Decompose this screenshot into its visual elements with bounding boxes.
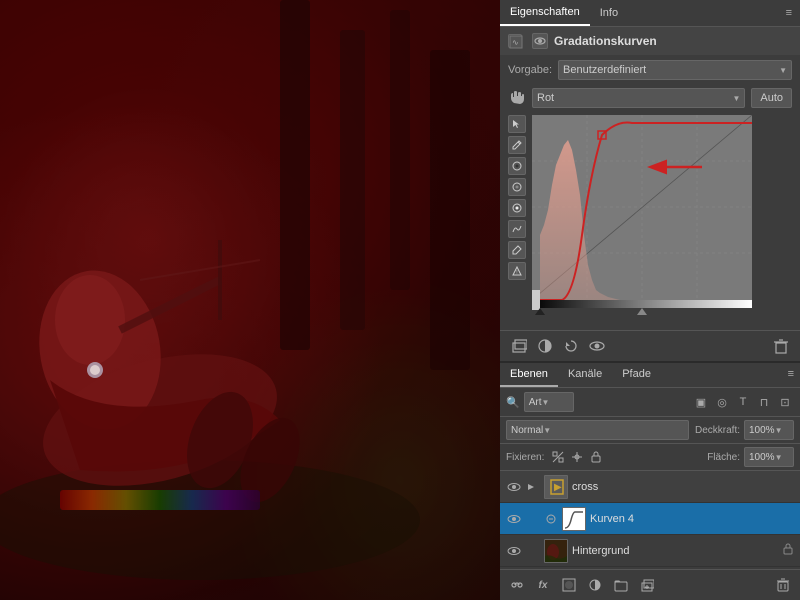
text-filter-icon[interactable]: T — [734, 393, 752, 411]
svg-text:!: ! — [516, 270, 517, 276]
warning-icon: ! — [508, 262, 526, 280]
add-style-button[interactable]: fx — [532, 574, 554, 596]
layer-item[interactable]: ▶ cross — [500, 471, 800, 503]
layers-tabs: Ebenen Kanäle Pfade ≡ — [500, 363, 800, 388]
curves-panel-icon: ∿ — [508, 34, 522, 48]
panel-minimize-button[interactable]: ≡ — [778, 3, 800, 23]
layer-visibility-toggle[interactable] — [506, 511, 522, 527]
delete-layer-button[interactable] — [772, 574, 794, 596]
opacity-row: Deckkraft: 100% ▼ — [695, 420, 794, 440]
blend-mode-row: Normal ▼ Deckkraft: 100% ▼ — [500, 417, 800, 444]
filter-icons: ▣ ◎ T ⊓ ⊡ — [692, 393, 794, 411]
refresh-icon[interactable] — [560, 335, 582, 357]
layer-visibility-toggle[interactable] — [506, 543, 522, 559]
layers-list: ▶ cross — [500, 471, 800, 569]
fixieren-label: Fixieren: — [506, 452, 544, 463]
image-canvas — [0, 0, 500, 600]
layer-item[interactable]: Hintergrund — [500, 535, 800, 567]
new-layer-icon[interactable] — [508, 335, 530, 357]
link-layers-button[interactable] — [506, 574, 528, 596]
layer-lock-icon — [782, 543, 794, 558]
curves-bottom — [500, 322, 800, 330]
panel-header: Eigenschaften Info ≡ — [500, 0, 800, 27]
pointer-tool[interactable] — [508, 115, 526, 133]
curves-eye-icon[interactable] — [532, 33, 548, 49]
tab-eigenschaften[interactable]: Eigenschaften — [500, 0, 590, 26]
pencil-tool[interactable] — [508, 136, 526, 154]
layer-visibility-toggle[interactable] — [506, 479, 522, 495]
preset-dropdown[interactable]: Benutzerdefiniert ▼ — [558, 60, 792, 80]
filter-type-dropdown[interactable]: Art ▼ — [524, 392, 574, 412]
layer-thumbnail: ▶ — [544, 475, 568, 499]
curves-graph[interactable] — [532, 115, 792, 318]
layer-thumbnail — [544, 539, 568, 563]
curves-section: ∿ Gradationskurven Vorgabe: Benutzerdefi… — [500, 27, 800, 363]
tab-ebenen[interactable]: Ebenen — [500, 363, 558, 387]
mask-icon[interactable] — [534, 335, 556, 357]
curves-panel-title: Gradationskurven — [554, 34, 657, 48]
layers-toolbar: fx — [500, 569, 800, 600]
new-group-button[interactable] — [610, 574, 632, 596]
lock-icons — [550, 449, 604, 465]
channel-row: Rot ▼ Auto — [500, 85, 800, 111]
smartobj-filter-icon[interactable]: ⊡ — [776, 393, 794, 411]
blend-mode-dropdown[interactable]: Normal ▼ — [506, 420, 689, 440]
auto-button[interactable]: Auto — [751, 88, 792, 108]
action-row — [500, 330, 800, 361]
layer-name: Kurven 4 — [590, 513, 794, 525]
tab-info[interactable]: Info — [590, 1, 628, 25]
flaeche-label: Fläche: — [707, 452, 740, 463]
layers-panel-menu[interactable]: ≡ — [782, 363, 800, 387]
tab-kanaele[interactable]: Kanäle — [558, 363, 612, 387]
add-mask-button[interactable] — [558, 574, 580, 596]
pixel-filter-icon[interactable]: ▣ — [692, 393, 710, 411]
search-icon: 🔍 — [506, 396, 520, 409]
shape-filter-icon[interactable]: ⊓ — [755, 393, 773, 411]
flaeche-value[interactable]: 100% ▼ — [744, 447, 794, 467]
opacity-value[interactable]: 100% ▼ — [744, 420, 794, 440]
layers-section: Ebenen Kanäle Pfade ≡ 🔍 Art ▼ ▣ ◎ T ⊓ ⊡ … — [500, 363, 800, 600]
eyedropper1-tool[interactable] — [508, 157, 526, 175]
layer-link-icon — [544, 512, 558, 526]
preset-row: Vorgabe: Benutzerdefiniert ▼ — [500, 55, 800, 85]
right-panel: Eigenschaften Info ≡ ∿ Gradationskurven — [500, 0, 800, 600]
flaeche-row: Fläche: 100% ▼ — [707, 447, 794, 467]
lock-row: Fixieren: — [500, 444, 800, 471]
preset-label: Vorgabe: — [508, 64, 552, 76]
tools-column: ! — [508, 115, 526, 318]
svg-text:▶: ▶ — [554, 482, 562, 493]
channel-dropdown[interactable]: Rot ▼ — [532, 88, 745, 108]
layer-name: Hintergrund — [572, 545, 778, 557]
lock-position-icon[interactable] — [569, 449, 585, 465]
lock-all-icon[interactable] — [588, 449, 604, 465]
hand-icon[interactable] — [508, 89, 526, 107]
new-fill-button[interactable] — [584, 574, 606, 596]
eyedropper2-tool[interactable] — [508, 178, 526, 196]
curve-smooth-tool[interactable] — [508, 220, 526, 238]
curves-body: ! — [500, 111, 800, 322]
layer-name: cross — [572, 481, 794, 493]
curves-title-bar: ∿ Gradationskurven — [500, 27, 800, 55]
lock-pixels-icon[interactable] — [550, 449, 566, 465]
adjustment-filter-icon[interactable]: ◎ — [713, 393, 731, 411]
layer-item[interactable]: Kurven 4 — [500, 503, 800, 535]
svg-text:∿: ∿ — [512, 38, 519, 47]
layer-thumbnail — [562, 507, 586, 531]
opacity-label: Deckkraft: — [695, 425, 740, 436]
expand-icon[interactable] — [526, 482, 540, 492]
eyedropper3-tool[interactable] — [508, 199, 526, 217]
filter-row: 🔍 Art ▼ ▣ ◎ T ⊓ ⊡ — [500, 388, 800, 417]
tab-pfade[interactable]: Pfade — [612, 363, 661, 387]
visibility-toggle-icon[interactable] — [586, 335, 608, 357]
delete-adjustment-icon[interactable] — [770, 335, 792, 357]
edit-tool[interactable] — [508, 241, 526, 259]
new-layer-button[interactable] — [636, 574, 658, 596]
